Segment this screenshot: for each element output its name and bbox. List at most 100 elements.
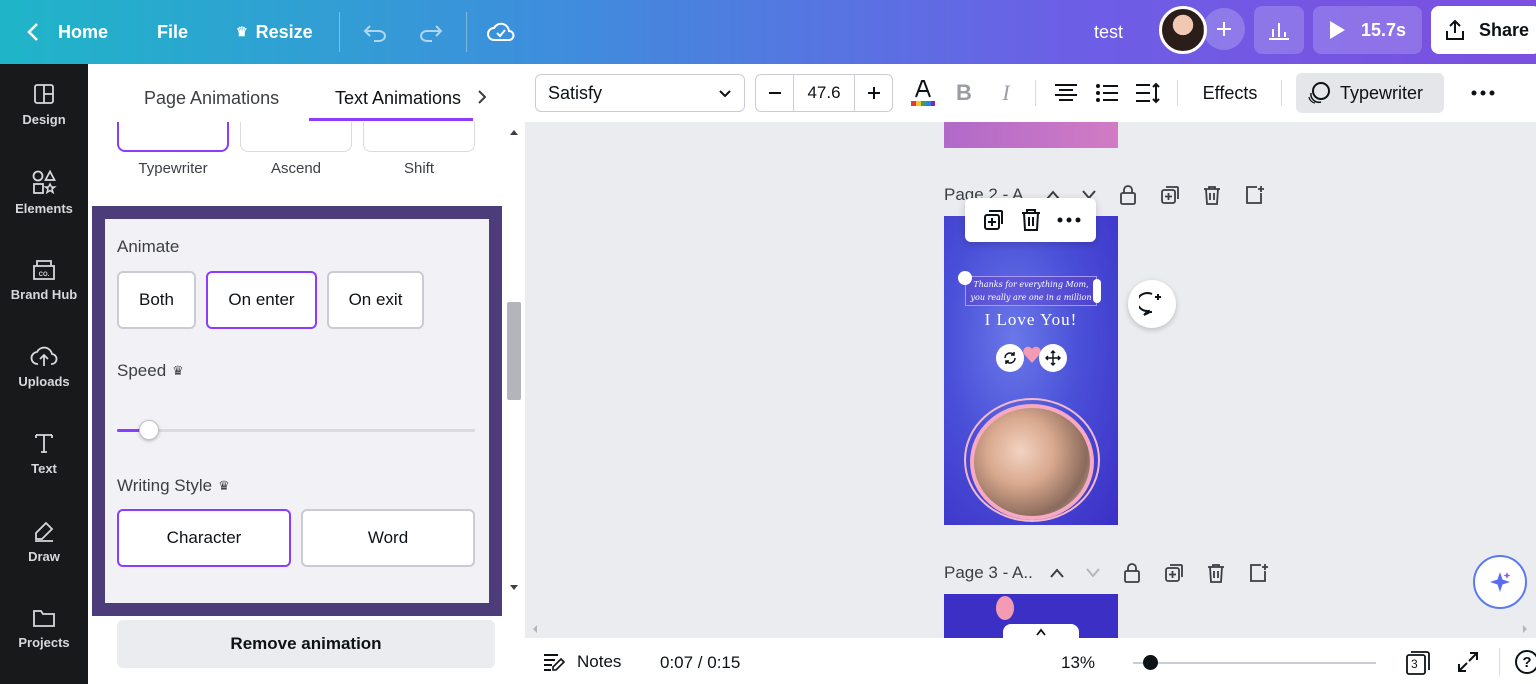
animate-button[interactable]: Typewriter	[1296, 73, 1444, 113]
rotate-handle-dot[interactable]	[958, 271, 972, 285]
animation-label: Shift	[403, 160, 434, 177]
rail-item-projects[interactable]: Projects	[0, 588, 88, 668]
share-button[interactable]: Share	[1431, 6, 1536, 54]
svg-text:CO.: CO.	[39, 272, 50, 278]
tabs-next-button[interactable]	[476, 86, 488, 108]
notes-button[interactable]: Notes	[543, 652, 621, 672]
zoom-slider-handle[interactable]	[1143, 655, 1158, 670]
animate-on-exit-button[interactable]: On exit	[327, 271, 424, 329]
trash-icon[interactable]	[1205, 562, 1227, 584]
rail-item-uploads[interactable]: Uploads	[0, 326, 88, 406]
more-icon[interactable]	[1057, 217, 1081, 223]
list-button[interactable]	[1091, 74, 1123, 112]
decrease-size-button[interactable]	[756, 75, 794, 111]
speed-slider-handle[interactable]	[139, 420, 160, 440]
add-page-icon[interactable]	[1247, 562, 1269, 584]
text-color-button[interactable]	[905, 74, 941, 112]
panel-scroll-thumb[interactable]	[507, 302, 521, 400]
writing-word-button[interactable]: Word	[301, 509, 475, 567]
magic-assistant-button[interactable]	[1473, 555, 1527, 609]
animation-thumb-shift[interactable]	[363, 122, 475, 152]
invite-button[interactable]	[1203, 8, 1245, 50]
effects-button[interactable]: Effects	[1190, 74, 1270, 112]
tab-page-animations[interactable]: Page Animations	[144, 78, 279, 118]
choice-label: Character	[166, 528, 242, 547]
scroll-left-icon[interactable]	[531, 624, 539, 634]
font-size-input[interactable]: 47.6	[794, 75, 854, 111]
effects-label: Effects	[1202, 82, 1258, 103]
script-line-2: you really are one in a million	[970, 293, 1092, 302]
duplicate-icon[interactable]	[981, 208, 1005, 232]
duplicate-icon[interactable]	[1159, 184, 1181, 206]
speed-slider[interactable]	[117, 420, 475, 440]
remove-animation-button[interactable]: Remove animation	[117, 620, 495, 668]
scroll-down-icon	[510, 585, 518, 590]
redo-button[interactable]	[418, 0, 444, 64]
move-button[interactable]	[1039, 344, 1067, 372]
share-label: Share	[1479, 19, 1530, 40]
resize-handle[interactable]	[1093, 279, 1101, 303]
undo-button[interactable]	[362, 0, 388, 64]
resize-button[interactable]: ♛ Resize	[236, 0, 313, 64]
page3-label[interactable]: Page 3 - A..	[944, 563, 1033, 583]
bold-button[interactable]: B	[949, 74, 979, 112]
chevron-down-icon[interactable]	[1085, 567, 1101, 579]
rotate-button[interactable]	[996, 344, 1024, 372]
animation-options: Animate Both On enter On exit Speed ♛ Wr…	[105, 219, 489, 603]
add-page-icon[interactable]	[1243, 184, 1265, 206]
font-select[interactable]: Satisfy	[535, 74, 745, 112]
align-center-button[interactable]	[1049, 74, 1083, 112]
brand-hub-icon: CO.	[33, 259, 55, 280]
italic-button[interactable]: I	[991, 74, 1021, 112]
expand-timeline-button[interactable]	[1003, 624, 1079, 638]
page1-preview[interactable]	[944, 122, 1118, 148]
rail-item-elements[interactable]: Elements	[0, 152, 88, 232]
sparkle-icon	[1490, 572, 1511, 592]
page-count-button[interactable]: 3	[1405, 650, 1431, 676]
lock-icon[interactable]	[1121, 562, 1143, 584]
chevron-down-icon	[719, 90, 731, 98]
animation-label: Typewriter	[1340, 82, 1424, 103]
font-value: Satisfy	[548, 82, 603, 103]
zoom-slider[interactable]	[1133, 662, 1376, 664]
rail-item-design[interactable]: Design	[0, 64, 88, 144]
avatar[interactable]	[1159, 6, 1207, 54]
rail-item-text[interactable]: Text	[0, 413, 88, 493]
more-options-button[interactable]	[1465, 74, 1501, 112]
rail-item-brand-hub[interactable]: CO. Brand Hub	[0, 239, 88, 319]
animation-thumb-typewriter[interactable]	[117, 122, 229, 152]
page2-design[interactable]: Thanks for everything Mom, you really ar…	[944, 216, 1118, 525]
writing-character-button[interactable]: Character	[117, 509, 291, 567]
help-button[interactable]: ?	[1515, 650, 1536, 674]
scroll-right-icon[interactable]	[1521, 624, 1529, 634]
trash-icon[interactable]	[1201, 184, 1223, 206]
save-status-button[interactable]	[487, 0, 515, 64]
fullscreen-button[interactable]	[1457, 651, 1479, 673]
animate-both-button[interactable]: Both	[117, 271, 196, 329]
animation-thumb-ascend[interactable]	[240, 122, 352, 152]
add-comment-button[interactable]	[1128, 280, 1176, 328]
mother-baby-photo[interactable]	[970, 404, 1094, 520]
text-icon	[35, 433, 53, 453]
duplicate-icon[interactable]	[1163, 562, 1185, 584]
spacing-button[interactable]	[1133, 74, 1163, 112]
home-button[interactable]: Home	[26, 0, 108, 64]
increase-size-button[interactable]	[854, 75, 892, 111]
script-text[interactable]: Thanks for everything Mom, you really ar…	[958, 278, 1104, 304]
lock-icon[interactable]	[1117, 184, 1139, 206]
file-menu[interactable]: File	[157, 0, 188, 64]
bold-icon: B	[956, 80, 972, 105]
rail-item-draw[interactable]: Draw	[0, 501, 88, 581]
zoom-percentage[interactable]: 13%	[1061, 653, 1095, 673]
headline-text[interactable]: I Love You!	[944, 310, 1118, 330]
tab-text-animations[interactable]: Text Animations	[335, 78, 461, 118]
insights-button[interactable]	[1254, 6, 1304, 54]
choice-label: Both	[139, 290, 174, 309]
design-icon	[34, 83, 54, 104]
document-title[interactable]: test	[1094, 0, 1123, 64]
animate-on-enter-button[interactable]: On enter	[206, 271, 317, 329]
chevron-up-icon[interactable]	[1049, 567, 1065, 579]
trash-icon[interactable]	[1020, 208, 1042, 232]
panel-scrollbar[interactable]	[505, 126, 523, 604]
present-button[interactable]: 15.7s	[1313, 6, 1422, 54]
